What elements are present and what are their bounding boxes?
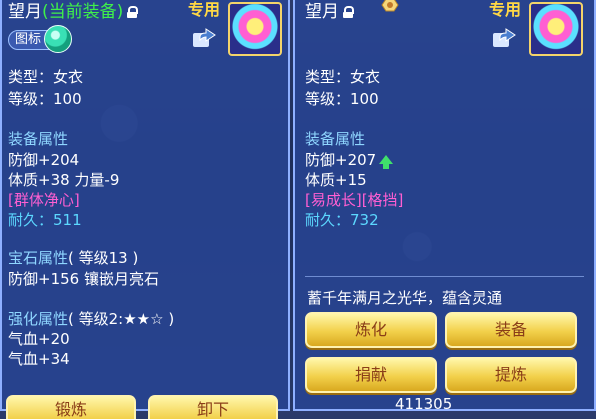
equipment-name: 望月 (305, 2, 339, 22)
current-equipped-tag: (当前装备) (42, 2, 124, 22)
level-line: 等级：100 (8, 90, 82, 108)
strengthen-heading: 强化属性( 等级2:★★☆ ) (8, 308, 174, 329)
toggle-orb-icon[interactable] (44, 25, 72, 53)
strengthen-title: 强化属性 (8, 310, 69, 328)
equipment-icon (228, 2, 282, 56)
lock-icon[interactable] (343, 6, 354, 18)
equip-attr-title: 装备属性 (8, 130, 69, 148)
extract-button[interactable]: 提炼 (445, 357, 577, 393)
divider (305, 276, 584, 277)
exclusive-label: 专用 (188, 0, 221, 19)
equip-button[interactable]: 装备 (445, 312, 577, 348)
gem-attr-heading: 宝石属性( 等级13 ) (8, 247, 138, 268)
strengthen-line-1: 气血+20 (8, 330, 70, 348)
bottom-number: 411305 (395, 395, 453, 413)
donate-button[interactable]: 捐献 (305, 357, 437, 393)
level-line: 等级：100 (305, 90, 379, 108)
type-line: 类型：女衣 (8, 68, 84, 86)
constitution-line: 体质+15 (305, 171, 367, 189)
up-arrow-icon (379, 155, 394, 169)
equipment-name: 望月 (8, 2, 42, 22)
equip-attr-title: 装备属性 (305, 130, 366, 148)
gem-attr-title: 宝石属性 (8, 249, 69, 267)
share-icon[interactable] (192, 28, 216, 48)
durability-label: 耐久： (8, 211, 54, 229)
equipment-title: 望月 (305, 0, 354, 22)
forge-button[interactable]: 锻炼 (6, 395, 136, 419)
lock-icon[interactable] (127, 6, 139, 18)
gem-line: 防御+156 镶嵌月亮石 (8, 270, 159, 288)
refine-button[interactable]: 炼化 (305, 312, 437, 348)
durability-line: 耐久：732 (305, 209, 379, 230)
share-icon[interactable] (492, 28, 516, 48)
durability-value: 511 (53, 211, 82, 229)
unequip-button[interactable]: 卸下 (148, 395, 278, 419)
constitution-line: 体质+38 力量-9 (8, 171, 120, 189)
durability-label: 耐久： (305, 211, 351, 229)
equipment-icon (529, 2, 583, 56)
special-effect: [易成长][格挡] (305, 191, 404, 209)
badge-icon (381, 0, 399, 12)
durability-value: 732 (350, 211, 379, 229)
gem-level: ( 等级13 ) (68, 249, 139, 267)
compare-equipment-panel: 望月 专用 类型：女衣 等级：100 装备属性 防御+207 体质+15 [易成… (293, 0, 596, 411)
current-equipment-panel: 望月(当前装备) 专用 图标 类型：女衣 等级：100 装备属性 防御+204 … (0, 0, 290, 419)
durability-line: 耐久：511 (8, 209, 82, 230)
special-effect: [群体净心] (8, 191, 80, 209)
defense-line: 防御+204 (8, 151, 80, 169)
strengthen-line-2: 气血+34 (8, 350, 70, 368)
equipment-title: 望月(当前装备) (8, 0, 139, 22)
strengthen-level: ( 等级2:★★☆ ) (68, 310, 175, 328)
type-line: 类型：女衣 (305, 68, 381, 86)
exclusive-label: 专用 (489, 0, 522, 19)
item-description: 蓄千年满月之光华，蕴含灵通 (307, 289, 503, 307)
defense-line: 防御+207 (305, 149, 394, 170)
defense-value: 防御+207 (305, 151, 377, 169)
